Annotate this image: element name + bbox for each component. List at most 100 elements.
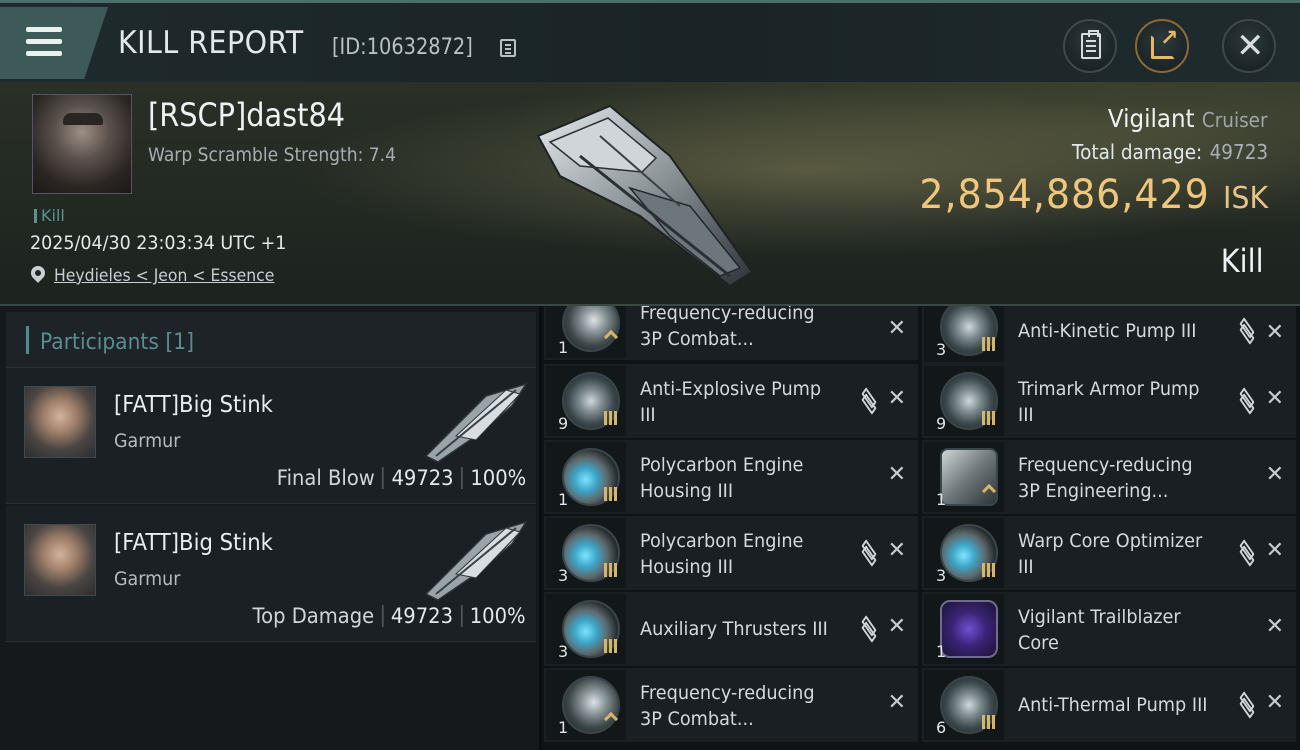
isk-amount: 2,854,886,429 <box>919 172 1210 218</box>
location-pin-icon <box>28 263 48 283</box>
victim-name[interactable]: [RSCP]dast84 <box>148 96 345 134</box>
participant-ship: Garmur <box>114 430 181 452</box>
participants-header: Participants [1] <box>6 312 536 368</box>
participant-damage: 49723 <box>391 604 454 628</box>
location-link[interactable]: Heydieles < Jeon < Essence <box>54 266 274 286</box>
tier-3-icon <box>982 336 998 351</box>
participant-ship: Garmur <box>114 568 181 590</box>
remove-icon[interactable]: ✕ <box>888 462 906 487</box>
participant-row[interactable]: [FATT]Big Stink Garmur Final Blow 49723 10… <box>6 368 536 504</box>
menu-icon-bar <box>26 51 62 56</box>
participant-ship-image <box>424 382 528 463</box>
victim-banner: [RSCP]dast84 Warp Scramble Strength: 7.4… <box>0 82 1300 306</box>
tier-3-icon <box>604 562 620 577</box>
module-item[interactable]: 3 Warp Core Optimizer III ✕ <box>922 516 1296 590</box>
module-qty: 9 <box>936 414 947 433</box>
module-item[interactable]: 6 Anti-Thermal Pump III ✕ <box>922 668 1296 742</box>
module-name: Warp Core Optimizer III <box>1018 530 1203 578</box>
victim-ship-image[interactable] <box>520 96 780 296</box>
module-item[interactable]: 1 Frequency-reducing 3P Combat... ✕ <box>544 306 918 360</box>
warp-scramble-strength: Warp Scramble Strength: 7.4 <box>148 144 396 166</box>
stack-icon[interactable] <box>1238 691 1256 719</box>
victim-ship[interactable]: Vigilant Cruiser <box>1108 104 1268 133</box>
menu-button[interactable] <box>0 7 108 79</box>
participant-stats: Top Damage 49723 100% <box>253 604 526 628</box>
tier-3-icon <box>982 562 998 577</box>
participant-damage: 49723 <box>391 466 454 490</box>
participant-avatar[interactable] <box>24 386 96 458</box>
kill-id: [ID:10632872] <box>332 35 473 60</box>
module-item[interactable]: 1 Frequency-reducing 3P Combat... ✕ <box>544 668 918 742</box>
module-item[interactable]: 1 Polycarbon Engine Housing III ✕ <box>544 440 918 514</box>
stack-icon[interactable] <box>1238 387 1256 415</box>
module-item[interactable]: 9 Anti-Explosive Pump III ✕ <box>544 364 918 438</box>
remove-icon[interactable]: ✕ <box>1266 538 1284 563</box>
remove-icon[interactable]: ✕ <box>1266 386 1284 411</box>
participant-percent: 100% <box>470 466 526 490</box>
module-item[interactable]: 1 Vigilant Trailblazer Core ✕ <box>922 592 1296 666</box>
module-qty: 9 <box>558 414 569 433</box>
module-item[interactable]: 1 Frequency-reducing 3P Engineering... ✕ <box>922 440 1296 514</box>
participant-name: [FATT]Big Stink <box>114 530 273 556</box>
module-name: Anti-Thermal Pump III <box>1018 694 1208 716</box>
remove-icon[interactable]: ✕ <box>888 386 906 411</box>
victim-avatar[interactable] <box>32 94 132 194</box>
participant-role: Final Blow <box>276 466 375 490</box>
menu-icon-bar <box>26 39 62 44</box>
module-item[interactable]: 9 Trimark Armor Pump III ✕ <box>922 364 1296 438</box>
stack-icon[interactable] <box>860 615 878 643</box>
module-qty: 3 <box>936 566 947 585</box>
stack-icon[interactable] <box>860 539 878 567</box>
stack-icon[interactable] <box>1238 539 1256 567</box>
remove-icon[interactable]: ✕ <box>1266 690 1284 715</box>
tier-3-icon <box>982 714 998 729</box>
close-button[interactable]: ✕ <box>1222 19 1276 73</box>
tier-3-icon <box>604 638 620 653</box>
tier-3-icon <box>604 486 620 501</box>
participant-name: [FATT]Big Stink <box>114 392 273 418</box>
module-icon-box: 1 <box>546 306 626 358</box>
menu-icon <box>26 27 62 32</box>
participants-title: Participants <box>40 330 159 355</box>
participants-panel: Participants [1] [FATT]Big Stink Garmur … <box>0 306 540 750</box>
module-qty: 6 <box>936 718 947 737</box>
module-icon-box: 3 <box>546 594 626 664</box>
kill-datetime: 2025/04/30 23:03:34 UTC +1 <box>30 232 287 254</box>
module-qty: 3 <box>558 642 569 661</box>
participants-label: Participants [1] <box>40 330 194 355</box>
combat-rig-icon <box>562 306 620 352</box>
module-qty: 3 <box>558 566 569 585</box>
participant-avatar[interactable] <box>24 524 96 596</box>
remove-icon[interactable]: ✕ <box>1266 462 1284 487</box>
divider <box>381 605 384 627</box>
remove-icon[interactable]: ✕ <box>888 614 906 639</box>
remove-icon[interactable]: ✕ <box>1266 614 1284 639</box>
remove-icon[interactable]: ✕ <box>888 690 906 715</box>
module-qty: 1 <box>936 490 947 509</box>
kill-tag-label: Kill <box>41 206 65 225</box>
module-item[interactable]: 3 Anti-Kinetic Pump III ✕ <box>922 306 1296 364</box>
remove-icon[interactable]: ✕ <box>1266 320 1284 345</box>
module-icon-box: 3 <box>546 518 626 588</box>
stack-icon[interactable] <box>1238 317 1256 345</box>
module-qty: 1 <box>558 338 569 357</box>
participant-percent: 100% <box>470 604 526 628</box>
participants-count: [1] <box>165 330 195 355</box>
remove-icon[interactable]: ✕ <box>888 538 906 563</box>
module-item[interactable]: 3 Auxiliary Thrusters III ✕ <box>544 592 918 666</box>
remove-icon[interactable]: ✕ <box>888 316 906 341</box>
total-damage-label: Total damage: <box>1071 140 1203 164</box>
module-name: Vigilant Trailblazer Core <box>1018 606 1181 654</box>
module-item[interactable]: 3 Polycarbon Engine Housing III ✕ <box>544 516 918 590</box>
copy-icon[interactable] <box>500 39 516 57</box>
clipboard-button[interactable] <box>1063 19 1117 73</box>
module-name: Polycarbon Engine Housing III <box>640 530 804 578</box>
fitted-modules-panel: 1 Frequency-reducing 3P Combat... ✕ 9 An… <box>542 306 1300 750</box>
participant-row[interactable]: [FATT]Big Stink Garmur Top Damage 49723 10… <box>6 506 536 642</box>
module-qty: 1 <box>558 490 569 509</box>
module-qty: 1 <box>936 642 947 661</box>
module-icon-box: 9 <box>546 366 626 436</box>
module-name: Auxiliary Thrusters III <box>640 618 828 640</box>
share-button[interactable] <box>1135 19 1189 73</box>
stack-icon[interactable] <box>860 387 878 415</box>
